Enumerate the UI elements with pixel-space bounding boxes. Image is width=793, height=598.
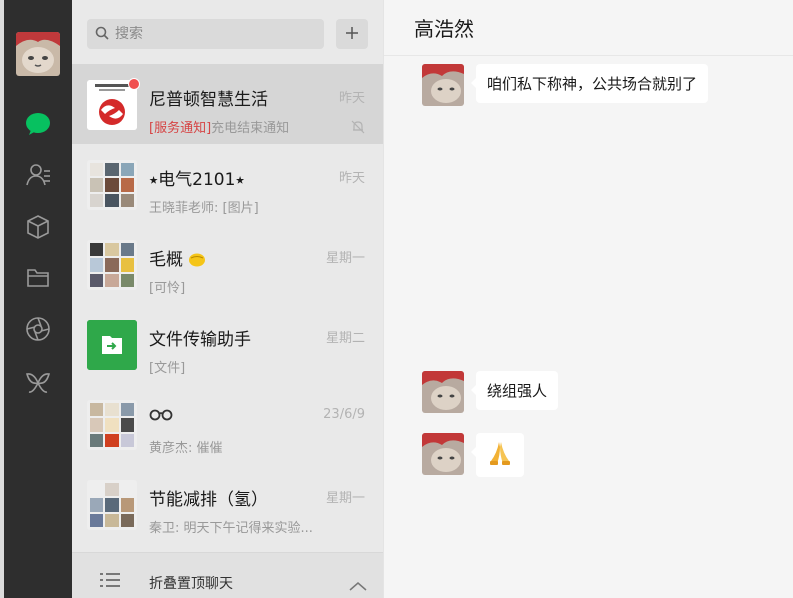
- chat-header: 高浩然: [384, 0, 793, 56]
- service-tag: [服务通知]: [149, 121, 212, 136]
- add-button[interactable]: [336, 19, 368, 49]
- message-bubble[interactable]: 绕组强人: [470, 371, 559, 410]
- chat-name: 尼普顿智慧生活: [149, 90, 268, 110]
- unread-badge: [128, 78, 140, 90]
- chat-list-panel: 尼普顿智慧生活 昨天 [服务通知]充电结束通知 ⭑电气2101⭑ 昨天 王晓菲老…: [72, 0, 383, 598]
- chat-item-glasses[interactable]: 23/6/9 黄彦杰: 催催: [72, 384, 383, 464]
- mini-programs-icon[interactable]: [24, 369, 52, 397]
- search-box[interactable]: [87, 19, 324, 49]
- message: [422, 433, 524, 477]
- message-bubble[interactable]: 咱们私下称神，公共场合就别了: [470, 64, 709, 103]
- search-icon: [95, 25, 109, 44]
- chat-preview: 秦卫: 明天下午记得来实验...: [149, 521, 313, 536]
- chat-time: 昨天: [338, 171, 365, 186]
- avatar[interactable]: [16, 32, 60, 76]
- chat-name: 文件传输助手: [149, 330, 251, 350]
- chat-time: 昨天: [338, 91, 365, 106]
- avatar[interactable]: [422, 64, 464, 106]
- chat-item-nipton[interactable]: 尼普顿智慧生活 昨天 [服务通知]充电结束通知: [72, 64, 383, 144]
- sidebar: [4, 0, 72, 598]
- chat-item-file-transfer[interactable]: 文件传输助手 星期二 [文件]: [72, 304, 383, 384]
- chat-time: 星期一: [325, 491, 365, 506]
- chat-name: [149, 405, 319, 425]
- file-transfer-avatar: [87, 320, 137, 370]
- chat-preview: [文件]: [149, 361, 186, 376]
- moments-icon[interactable]: [24, 315, 52, 343]
- chat-name: ⭑电气2101⭑: [149, 170, 245, 190]
- avatar[interactable]: [422, 433, 464, 475]
- chat-item-jieneng[interactable]: 节能减排（氢） 星期一 秦卫: 明天下午记得来实验...: [72, 464, 383, 544]
- message-bubble[interactable]: [471, 433, 524, 477]
- list-icon: [100, 572, 120, 592]
- chat-time: 星期二: [325, 331, 365, 346]
- chevron-up-icon[interactable]: [349, 576, 367, 595]
- plus-icon: [345, 25, 359, 44]
- message: 咱们私下称神，公共场合就别了: [422, 64, 709, 106]
- fold-label: 折叠置顶聊天: [149, 576, 233, 592]
- chat-preview: [可怜]: [149, 281, 186, 296]
- chat-time: 星期一: [325, 251, 365, 266]
- chat-preview: 黄彦杰: 催催: [149, 441, 223, 456]
- praying-hands-emoji-icon: [487, 439, 513, 467]
- group-avatar: [87, 240, 137, 290]
- chat-preview: [服务通知]充电结束通知: [149, 117, 344, 136]
- chat-item-maogai[interactable]: 毛概 星期一 [可怜]: [72, 224, 383, 304]
- chat-list: 尼普顿智慧生活 昨天 [服务通知]充电结束通知 ⭑电气2101⭑ 昨天 王晓菲老…: [72, 64, 383, 544]
- chat-preview: 王晓菲老师: [图片]: [149, 201, 259, 216]
- contacts-icon[interactable]: [24, 161, 52, 189]
- fist-emoji-icon: [188, 251, 206, 267]
- folder-icon[interactable]: [24, 264, 52, 292]
- message: 绕组强人: [422, 371, 559, 413]
- chat-item-dianqi[interactable]: ⭑电气2101⭑ 昨天 王晓菲老师: [图片]: [72, 144, 383, 224]
- chat-icon[interactable]: [24, 110, 52, 138]
- chat-title: 高浩然: [414, 17, 474, 41]
- chat-window: 高浩然 咱们私下称神，公共场合就别了 绕组强人: [383, 0, 793, 598]
- group-avatar: [87, 400, 137, 450]
- avatar[interactable]: [422, 371, 464, 413]
- search-input[interactable]: [115, 26, 315, 42]
- group-avatar: [87, 160, 137, 210]
- group-avatar: [87, 480, 137, 530]
- chat-time: 23/6/9: [323, 407, 365, 422]
- chat-preview-text: 充电结束通知: [211, 121, 290, 136]
- mute-bell-icon: [351, 119, 365, 138]
- fold-pinned-chats-bar[interactable]: 折叠置顶聊天: [72, 552, 383, 598]
- glasses-icon: [149, 406, 173, 421]
- chat-name: 节能减排（氢）: [149, 490, 268, 510]
- chat-name: 毛概: [149, 245, 319, 270]
- favorites-box-icon[interactable]: [24, 213, 52, 241]
